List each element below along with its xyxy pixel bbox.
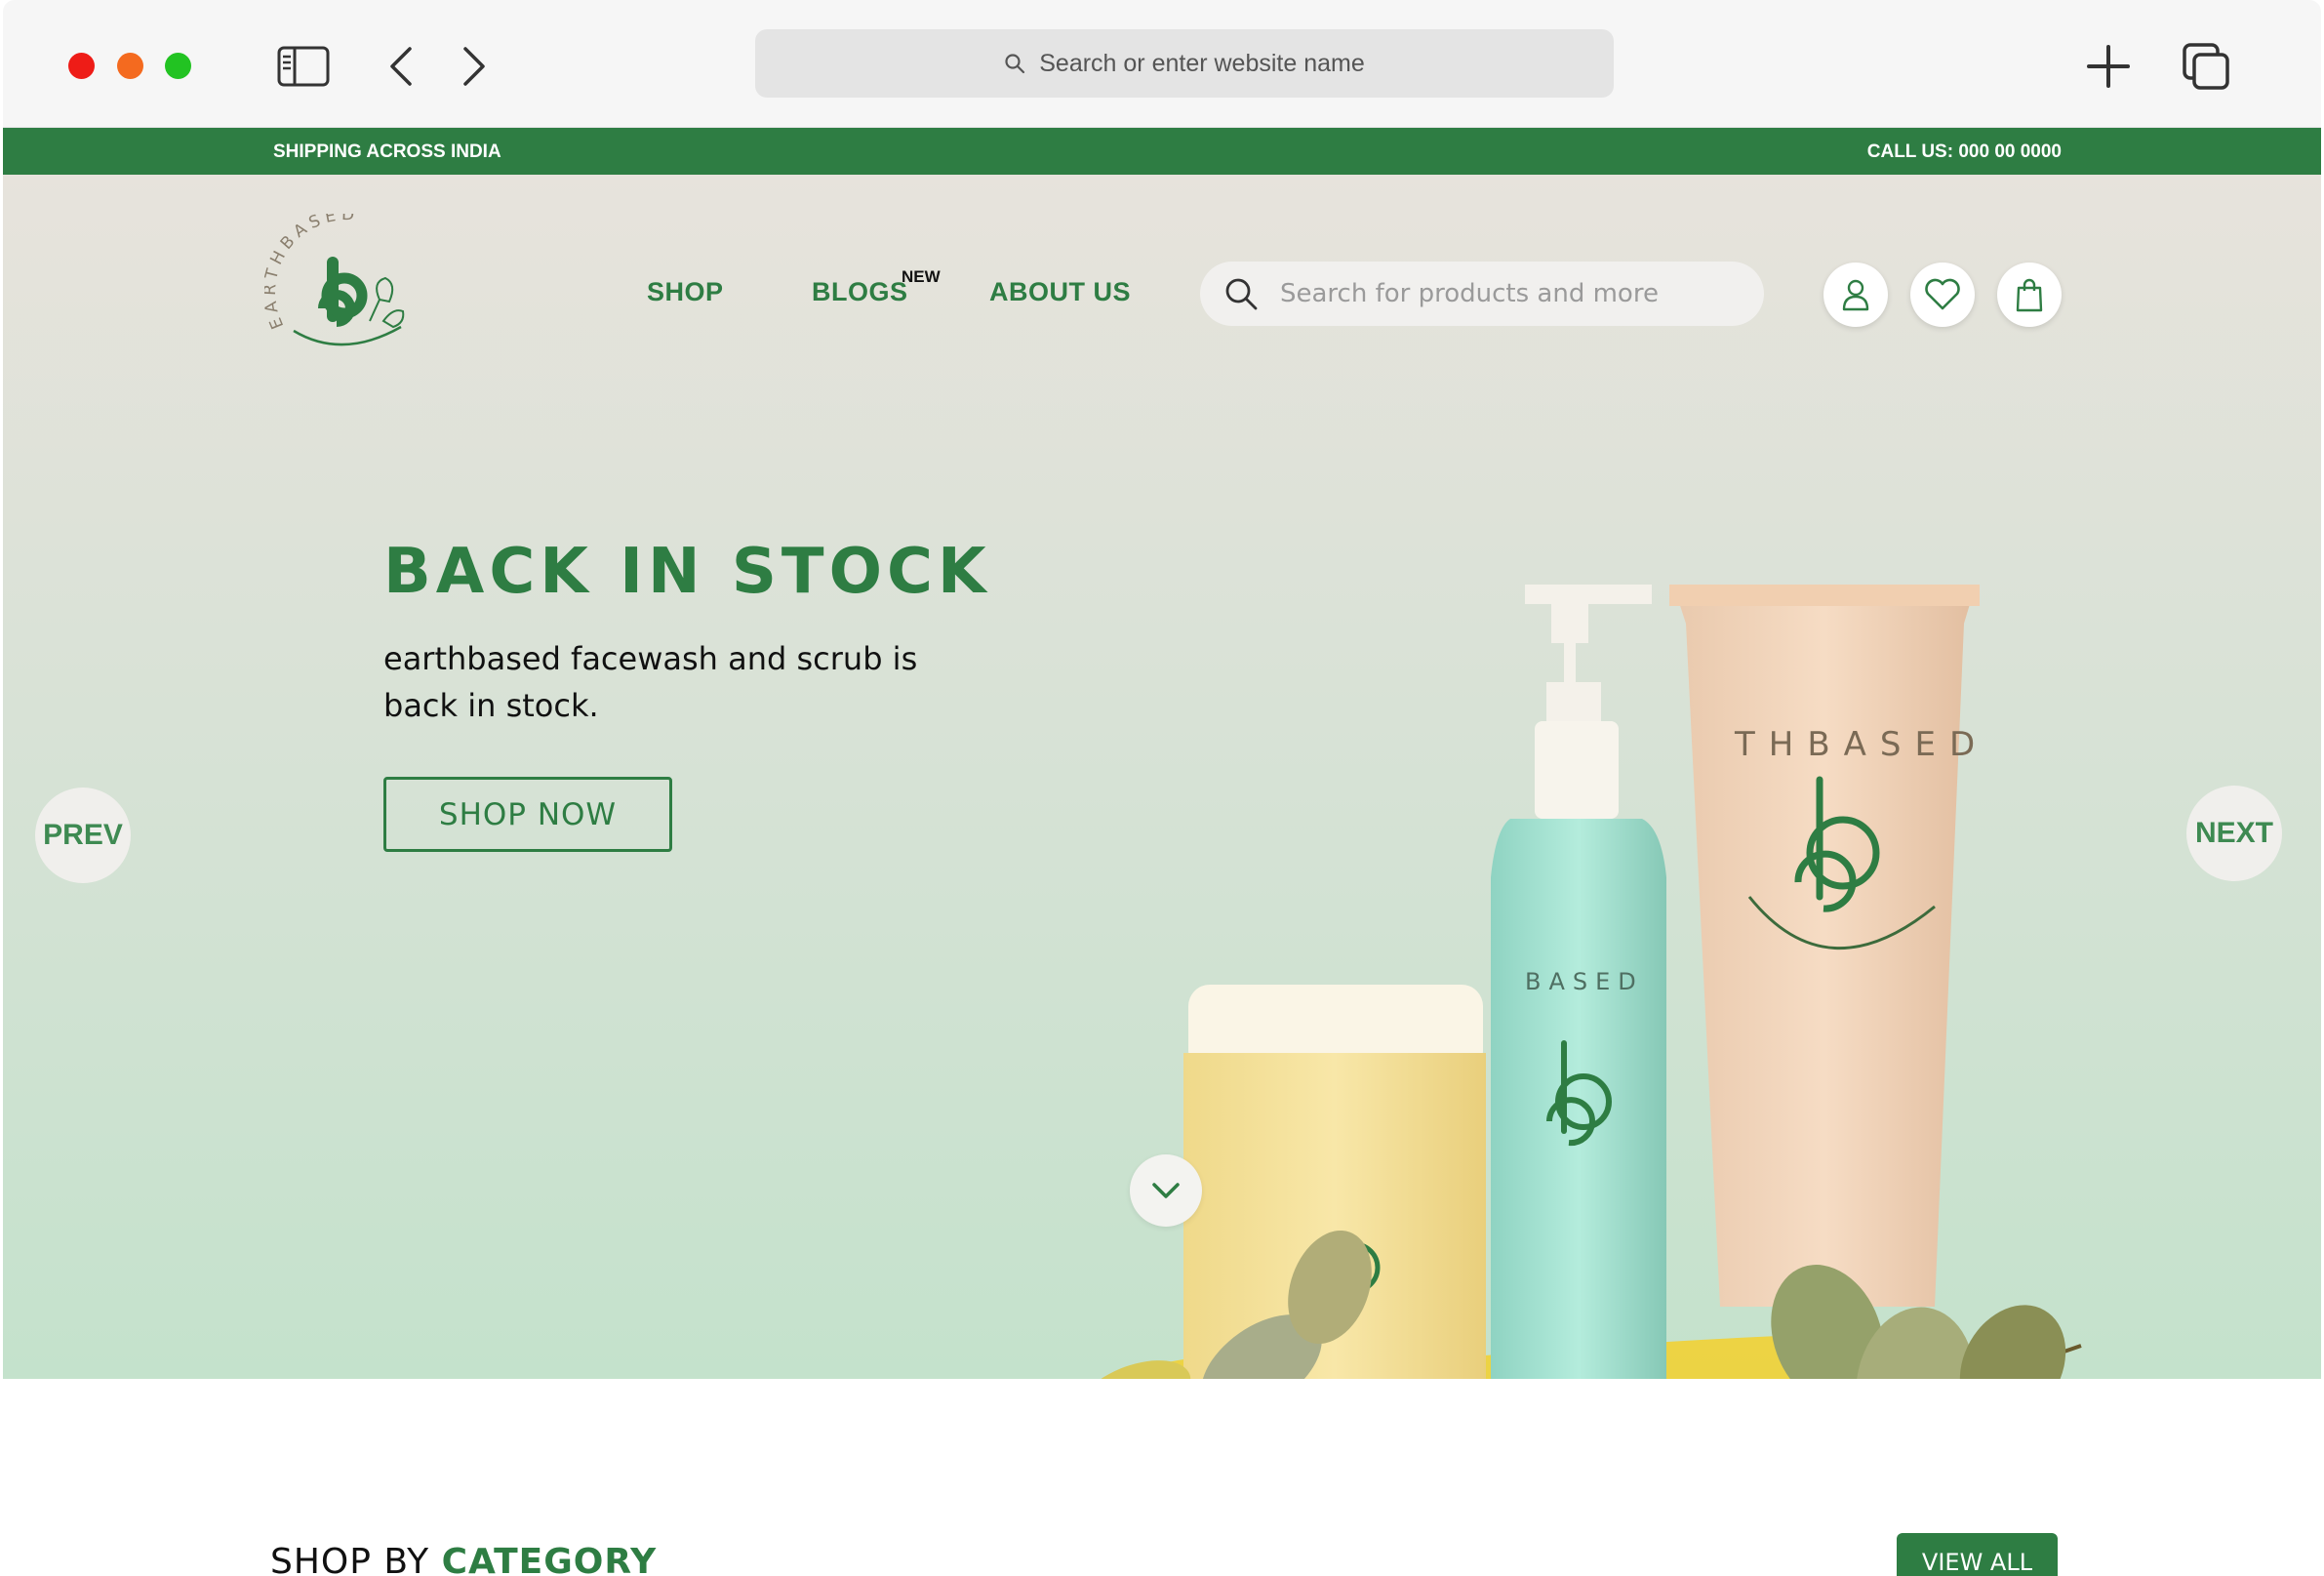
svg-text:BASED: BASED [1525, 968, 1644, 995]
shop-now-button[interactable]: SHOP NOW [383, 777, 672, 852]
carousel-prev-button[interactable]: PREV [35, 788, 131, 883]
category-heading-accent: CATEGORY [441, 1542, 658, 1576]
nav-blogs[interactable]: BLOGS [812, 277, 908, 307]
hero-product-image: THBASED BASED [1078, 585, 2082, 1379]
shopping-bag-icon [2016, 278, 2043, 312]
product-search-bar[interactable] [1200, 262, 1764, 326]
wishlist-button[interactable] [1910, 263, 1975, 327]
shipping-notice: SHIPPING ACROSS INDIA [273, 141, 501, 162]
new-tab-plus-icon[interactable] [2081, 39, 2136, 94]
user-icon [1842, 279, 1869, 311]
forward-arrow-icon[interactable] [447, 39, 501, 94]
category-heading-plain: SHOP BY [270, 1542, 430, 1576]
svg-text:THBASED: THBASED [1734, 725, 1988, 764]
shop-by-category-heading: SHOP BY CATEGORY [270, 1542, 657, 1576]
maximize-window-button[interactable] [165, 53, 191, 79]
search-icon [1005, 54, 1025, 74]
nav-shop[interactable]: SHOP [647, 277, 724, 307]
chevron-down-icon [1152, 1183, 1180, 1198]
hero-subtitle: earthbased facewash and scrub is back in… [383, 640, 918, 724]
earthbased-logo[interactable]: EARTHBASED [264, 214, 440, 360]
promo-bar: SHIPPING ACROSS INDIA CALL US: 000 00 00… [3, 128, 2321, 175]
scroll-down-button[interactable] [1130, 1154, 1202, 1227]
address-bar-placeholder: Search or enter website name [1039, 49, 1365, 77]
product-search-input[interactable] [1280, 279, 1739, 308]
heart-icon [1925, 278, 1960, 310]
browser-chrome: Search or enter website name [3, 0, 2321, 128]
nav-about-us[interactable]: ABOUT US [989, 277, 1131, 307]
view-all-button[interactable]: VIEW ALL [1897, 1533, 2058, 1576]
tabs-overview-icon[interactable] [2179, 39, 2233, 94]
cart-button[interactable] [1997, 263, 2062, 327]
close-window-button[interactable] [68, 53, 95, 79]
carousel-next-button[interactable]: NEXT [2186, 786, 2282, 881]
minimize-window-button[interactable] [117, 53, 143, 79]
address-bar[interactable]: Search or enter website name [755, 29, 1614, 98]
back-arrow-icon[interactable] [374, 39, 428, 94]
account-button[interactable] [1823, 263, 1888, 327]
hero-title: BACK IN STOCK [383, 536, 991, 608]
search-icon [1225, 278, 1258, 310]
sidebar-toggle-icon[interactable] [276, 39, 331, 94]
call-us-text[interactable]: CALL US: 000 00 0000 [1867, 141, 2062, 163]
new-badge: NEW [902, 267, 941, 286]
